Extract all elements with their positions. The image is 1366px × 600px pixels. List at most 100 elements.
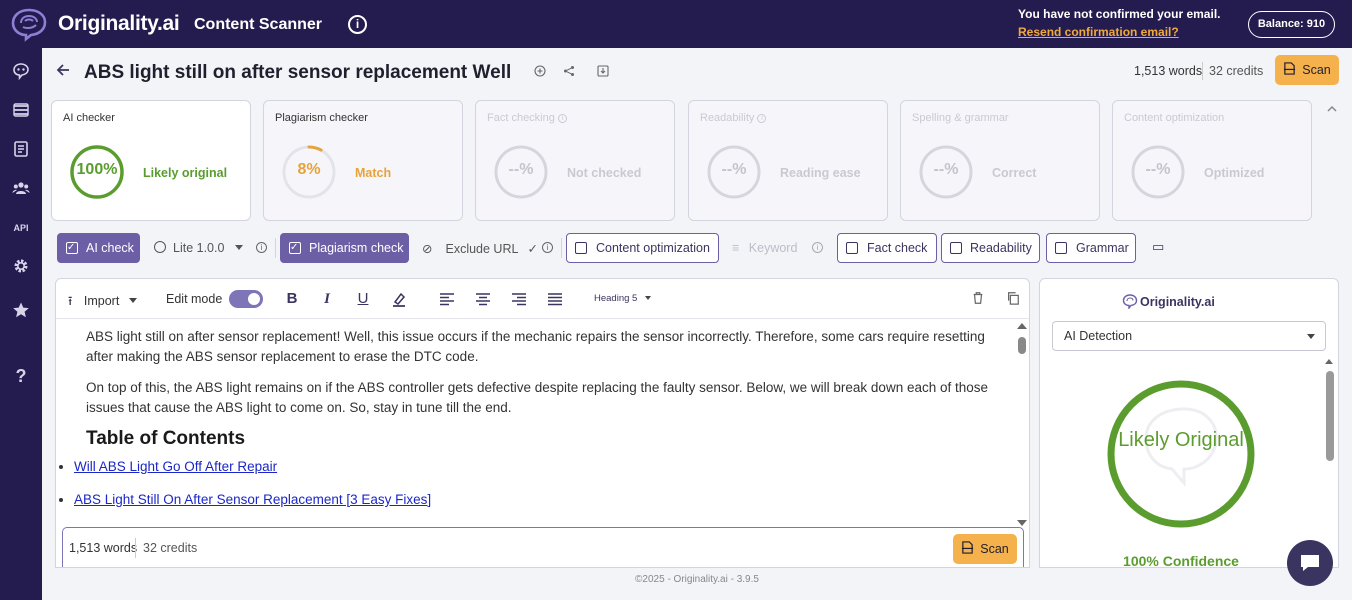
fact-checking-card[interactable]: Fact checking i --% Not checked <box>475 100 675 221</box>
ai-checker-card[interactable]: AI checker 100% Likely original <box>51 100 251 221</box>
align-center-icon[interactable] <box>475 291 491 307</box>
readability-card[interactable]: Readability i --% Reading ease <box>688 100 888 221</box>
back-arrow-icon[interactable] <box>55 62 71 78</box>
checkbox-icon <box>289 234 301 262</box>
paragraph: On top of this, the ABS light remains on… <box>86 380 989 415</box>
ai-score-value: 100% <box>76 161 118 178</box>
editor-toolbar: ⭱ Import Edit mode B I U Heading 5 <box>56 279 1029 319</box>
italic-icon[interactable]: I <box>319 291 335 307</box>
toc-link[interactable]: Will ABS Light Go Off After Repair <box>74 459 277 474</box>
scroll-down-icon[interactable] <box>1017 520 1027 526</box>
chat-icon <box>1301 555 1319 571</box>
chevron-down-icon <box>128 298 137 303</box>
scan-label: Scan <box>1302 63 1331 77</box>
fact-check-toggle[interactable]: Fact check <box>837 233 937 263</box>
checkbox-icon <box>950 242 962 254</box>
checkbox-icon <box>575 242 587 254</box>
editor-content[interactable]: ABS light still on after sensor replacem… <box>74 327 1001 523</box>
underline-icon[interactable]: U <box>355 291 371 307</box>
fact-score-value: --% <box>508 161 534 178</box>
chevron-down-icon <box>644 296 651 300</box>
share-icon[interactable] <box>563 65 575 77</box>
info-icon[interactable]: i <box>542 242 553 253</box>
content-optimization-toggle[interactable]: Content optimization <box>566 233 719 263</box>
align-right-icon[interactable] <box>511 291 527 307</box>
brand-name[interactable]: Originality.ai <box>58 12 180 36</box>
panel-brand: Originality.ai <box>1140 295 1215 309</box>
resend-email-link[interactable]: Resend confirmation email? <box>1018 25 1179 39</box>
plagiarism-score-value: 8% <box>297 161 321 178</box>
library-icon[interactable] <box>11 140 31 160</box>
copy-icon[interactable] <box>1005 291 1021 307</box>
highlight-icon[interactable] <box>391 291 407 307</box>
detection-mode-select[interactable]: AI Detection <box>1052 321 1326 351</box>
scrollbar-thumb[interactable] <box>1018 337 1026 354</box>
card-title: Spelling & grammar <box>912 112 1009 124</box>
help-icon[interactable]: ? <box>11 366 31 386</box>
results-panel: Originality.ai AI Detection Likely Origi… <box>1039 278 1339 568</box>
brain-logo-icon[interactable] <box>9 6 49 42</box>
grammar-toggle[interactable]: Grammar <box>1046 233 1136 263</box>
info-icon[interactable]: i <box>256 242 267 253</box>
layers-icon[interactable] <box>11 101 31 121</box>
scrollbar-thumb[interactable] <box>1326 371 1334 461</box>
brain-icon[interactable] <box>11 62 31 82</box>
plagiarism-checker-card[interactable]: Plagiarism checker 8% Match <box>263 100 463 221</box>
edit-mode-toggle[interactable] <box>229 290 263 308</box>
star-icon[interactable] <box>11 301 31 321</box>
download-icon[interactable] <box>597 65 609 77</box>
team-icon[interactable] <box>11 179 31 199</box>
globe-icon <box>154 241 166 253</box>
api-icon[interactable]: API <box>11 218 31 238</box>
sidebar: API ? <box>0 48 42 600</box>
page-scrollbar[interactable] <box>1352 0 1366 600</box>
model-select[interactable]: Lite 1.0.0 <box>154 241 243 255</box>
info-icon[interactable]: i <box>348 15 367 34</box>
toc-heading: Table of Contents <box>86 428 246 449</box>
keyword-button[interactable]: ≡ Keyword <box>732 241 797 255</box>
card-title: Fact checking i <box>487 112 567 124</box>
result-ring <box>1107 380 1255 528</box>
info-icon[interactable]: i <box>812 242 823 253</box>
balance-button[interactable]: Balance: 910 <box>1248 11 1335 38</box>
checkbox-icon <box>846 242 858 254</box>
calendar-icon[interactable]: ▭ <box>1152 239 1164 255</box>
align-left-icon[interactable] <box>439 291 455 307</box>
scan-icon <box>961 535 974 565</box>
content-optimization-card[interactable]: Content optimization --% Optimized <box>1112 100 1312 221</box>
checkbox-icon <box>1055 242 1067 254</box>
checkbox-icon <box>66 234 78 262</box>
ai-status: Likely original <box>143 166 228 180</box>
footer-scan-button[interactable]: Scan <box>953 534 1017 564</box>
grammar-status: Correct <box>992 166 1037 180</box>
trash-icon[interactable] <box>970 291 986 307</box>
gear-icon[interactable] <box>11 257 31 277</box>
ai-check-label: AI check <box>86 241 134 255</box>
scan-button[interactable]: Scan <box>1275 55 1339 85</box>
divider <box>275 238 276 258</box>
grammar-score-value: --% <box>933 161 959 178</box>
chevron-up-icon[interactable] <box>1326 103 1338 115</box>
divider <box>1202 62 1203 80</box>
email-notice: You have not confirmed your email. <box>1018 7 1221 21</box>
add-circle-icon[interactable] <box>534 65 546 77</box>
card-title: Readability i <box>700 112 767 124</box>
scan-label: Scan <box>980 542 1009 556</box>
spelling-grammar-card[interactable]: Spelling & grammar --% Correct <box>900 100 1100 221</box>
upload-icon: ⭱ <box>68 294 73 308</box>
fact-status: Not checked <box>567 166 642 180</box>
readability-toggle[interactable]: Readability <box>941 233 1040 263</box>
plagiarism-check-toggle[interactable]: Plagiarism check <box>280 233 409 263</box>
scroll-up-icon[interactable] <box>1325 359 1333 364</box>
bold-icon[interactable]: B <box>284 291 300 307</box>
align-justify-icon[interactable] <box>547 291 563 307</box>
footer: ©2025 - Originality.ai - 3.9.5 <box>42 568 1352 600</box>
ai-check-toggle[interactable]: AI check <box>57 233 140 263</box>
import-button[interactable]: ⭱ Import <box>68 292 137 313</box>
heading-select[interactable]: Heading 5 <box>594 293 651 304</box>
chat-button[interactable] <box>1287 540 1333 586</box>
readability-label: Readability <box>970 241 1032 255</box>
toc-link[interactable]: ABS Light Still On After Sensor Replacem… <box>74 492 431 507</box>
scroll-up-icon[interactable] <box>1017 323 1027 329</box>
exclude-url-button[interactable]: ⊘ Exclude URL ✓ <box>422 241 538 256</box>
